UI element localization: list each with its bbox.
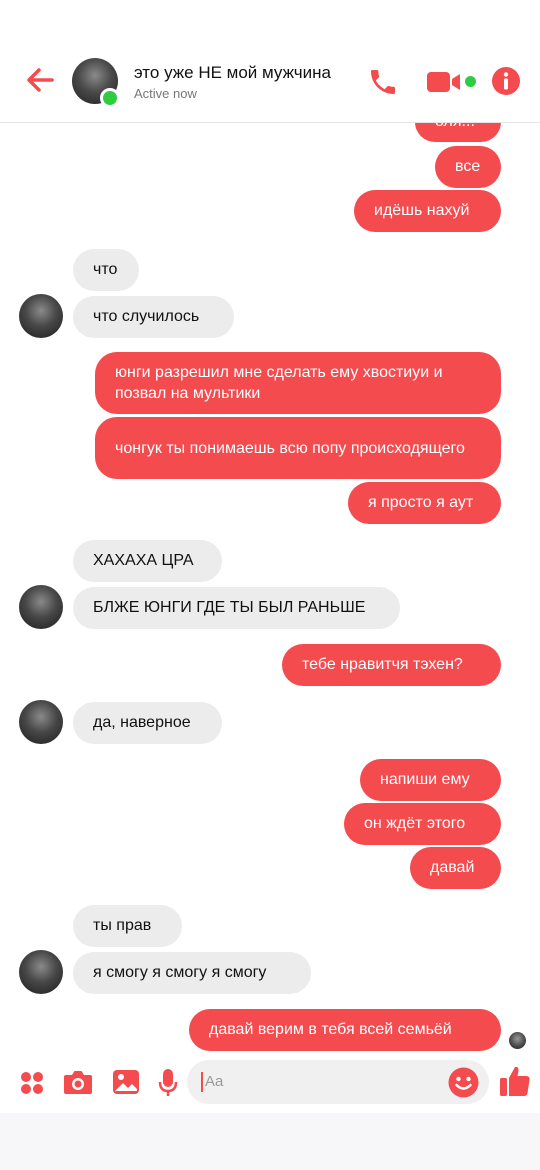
outgoing-message[interactable]: давай верим в тебя всей семьёй: [189, 1009, 501, 1051]
contact-name[interactable]: это уже НЕ мой мужчина: [134, 63, 331, 83]
apps-icon[interactable]: [19, 1070, 45, 1096]
camera-icon[interactable]: [63, 1068, 93, 1096]
incoming-message[interactable]: что случилось: [73, 296, 234, 338]
sender-avatar[interactable]: [19, 585, 63, 629]
outgoing-message[interactable]: оля...: [415, 123, 501, 142]
online-indicator: [100, 88, 120, 108]
message-thread[interactable]: оля... все идёшь нахуй что что случилось…: [0, 123, 540, 1053]
incoming-message[interactable]: да, наверное: [73, 702, 222, 744]
message-input[interactable]: Aa: [187, 1060, 489, 1104]
incoming-message[interactable]: я смогу я смогу я смогу: [73, 952, 311, 994]
composer-bar: Aa: [0, 1053, 540, 1113]
outgoing-message[interactable]: напиши ему: [360, 759, 501, 801]
video-camera-icon[interactable]: [427, 70, 463, 94]
incoming-message[interactable]: ты прав: [73, 905, 182, 947]
thumbs-up-icon[interactable]: [499, 1064, 531, 1098]
video-online-dot: [465, 76, 476, 87]
seen-receipt-avatar: [509, 1032, 526, 1049]
message-input-placeholder: Aa: [205, 1073, 224, 1090]
incoming-message[interactable]: что: [73, 249, 139, 291]
incoming-message[interactable]: БЛЖЕ ЮНГИ ГДЕ ТЫ БЫЛ РАНЬШЕ: [73, 587, 400, 629]
phone-icon[interactable]: [367, 66, 399, 98]
emoji-icon[interactable]: [448, 1067, 479, 1098]
microphone-icon[interactable]: [158, 1068, 178, 1098]
conversation-header: это уже НЕ мой мужчина Active now: [0, 0, 540, 123]
bottom-safe-area: [0, 1113, 540, 1170]
outgoing-message[interactable]: тебе нравитчя тэхен?: [282, 644, 501, 686]
gallery-icon[interactable]: [112, 1068, 140, 1096]
outgoing-message[interactable]: я просто я аут: [348, 482, 501, 524]
active-status: Active now: [134, 86, 197, 101]
info-icon[interactable]: [491, 66, 521, 96]
text-cursor: [201, 1072, 203, 1092]
sender-avatar[interactable]: [19, 950, 63, 994]
back-arrow-icon[interactable]: [22, 62, 58, 98]
incoming-message[interactable]: ХАХАХА ЦРА: [73, 540, 222, 582]
outgoing-message[interactable]: юнги разрешил мне сделать ему хвостиуи и…: [95, 352, 501, 414]
sender-avatar[interactable]: [19, 294, 63, 338]
outgoing-message[interactable]: давай: [410, 847, 501, 889]
outgoing-message[interactable]: идёшь нахуй: [354, 190, 501, 232]
sender-avatar[interactable]: [19, 700, 63, 744]
outgoing-message[interactable]: чонгук ты понимаешь всю попу происходяще…: [95, 417, 501, 479]
outgoing-message[interactable]: он ждёт этого: [344, 803, 501, 845]
outgoing-message[interactable]: все: [435, 146, 501, 188]
